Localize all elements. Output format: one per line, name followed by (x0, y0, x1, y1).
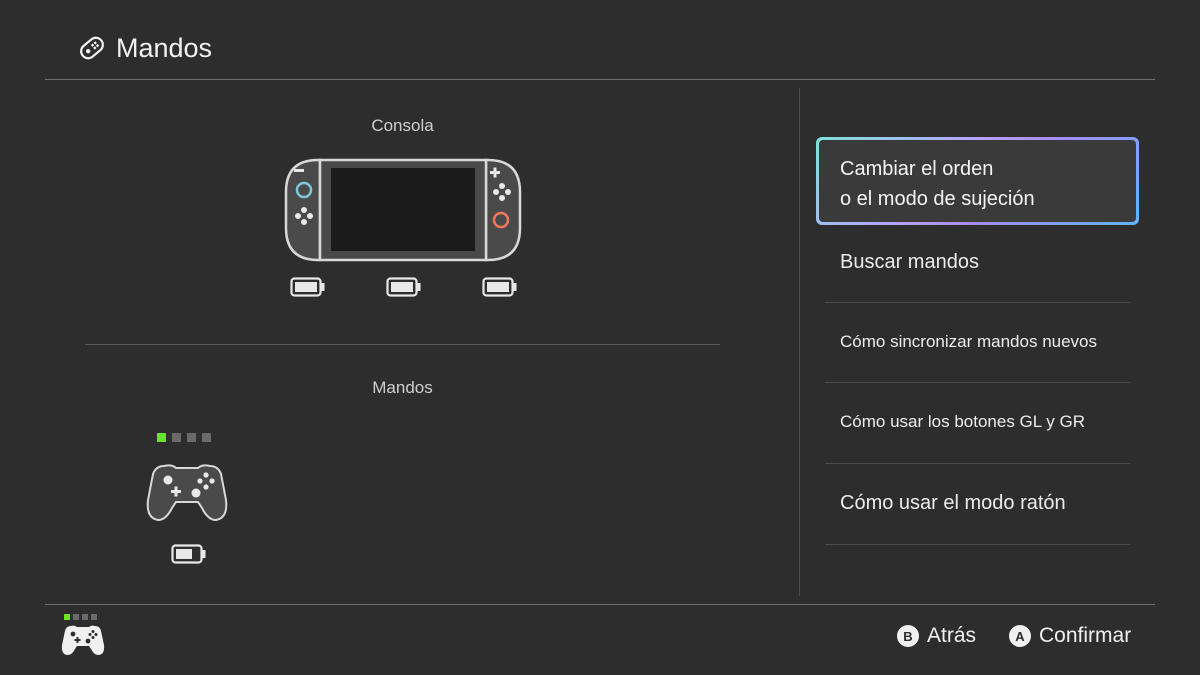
footer-player-indicator (64, 614, 97, 620)
how-to-pair-label: Cómo sincronizar mandos nuevos (840, 332, 1098, 351)
player-led-4 (202, 433, 211, 442)
search-controllers-button[interactable]: Buscar mandos (825, 230, 1130, 294)
player-led-1 (157, 433, 166, 442)
back-hint[interactable]: B Atrás (897, 624, 976, 648)
change-grip-order-line2: o el modo de sujeción (840, 188, 1035, 210)
player-indicator (157, 433, 211, 442)
joycon-icon (80, 36, 104, 60)
confirm-hint[interactable]: A Confirmar (1009, 624, 1131, 648)
footer-divider (45, 604, 1155, 605)
menu-divider (825, 302, 1130, 303)
console-section-label: Consola (371, 116, 434, 135)
how-to-use-mouse-mode-button[interactable]: Cómo usar el modo ratón (825, 471, 1130, 535)
player-led-2 (172, 433, 181, 442)
player-led-3 (187, 433, 196, 442)
search-controllers-label: Buscar mandos (840, 250, 979, 273)
footer-player-led-1 (64, 614, 70, 620)
how-to-use-gl-gr-label: Cómo usar los botones GL y GR (840, 412, 1086, 431)
menu-divider (825, 544, 1130, 545)
change-grip-order-button[interactable]: Cambiar el orden o el modo de sujeción (816, 137, 1139, 225)
controllers-section-label: Mandos (372, 378, 433, 397)
battery-icon-right (482, 277, 517, 297)
battery-icon-left (290, 277, 325, 297)
confirm-label: Confirmar (1039, 624, 1132, 647)
how-to-use-gl-gr-button[interactable]: Cómo usar los botones GL y GR (825, 390, 1130, 454)
footer-player-led-3 (82, 614, 88, 620)
a-button-icon: A (1009, 625, 1031, 647)
page-title: Mandos (116, 32, 213, 63)
how-to-pair-button[interactable]: Cómo sincronizar mandos nuevos (825, 310, 1130, 374)
section-divider (85, 344, 720, 345)
back-label: Atrás (927, 624, 977, 647)
pro-controller-icon[interactable] (146, 462, 228, 522)
change-grip-order-line1: Cambiar el orden (840, 158, 994, 180)
b-button-icon: B (897, 625, 919, 647)
footer-player-led-2 (73, 614, 79, 620)
menu-divider (825, 463, 1130, 464)
console-handheld-icon (284, 158, 522, 262)
controller-battery-icon (171, 544, 206, 564)
page-header: Mandos (76, 28, 212, 68)
battery-icon-center (386, 277, 421, 297)
panel-divider (799, 88, 800, 596)
menu-divider (825, 382, 1130, 383)
footer-player-led-4 (91, 614, 97, 620)
header-divider (45, 79, 1155, 80)
how-to-use-mouse-mode-label: Cómo usar el modo ratón (840, 491, 1066, 514)
footer-controller-icon (61, 625, 105, 655)
